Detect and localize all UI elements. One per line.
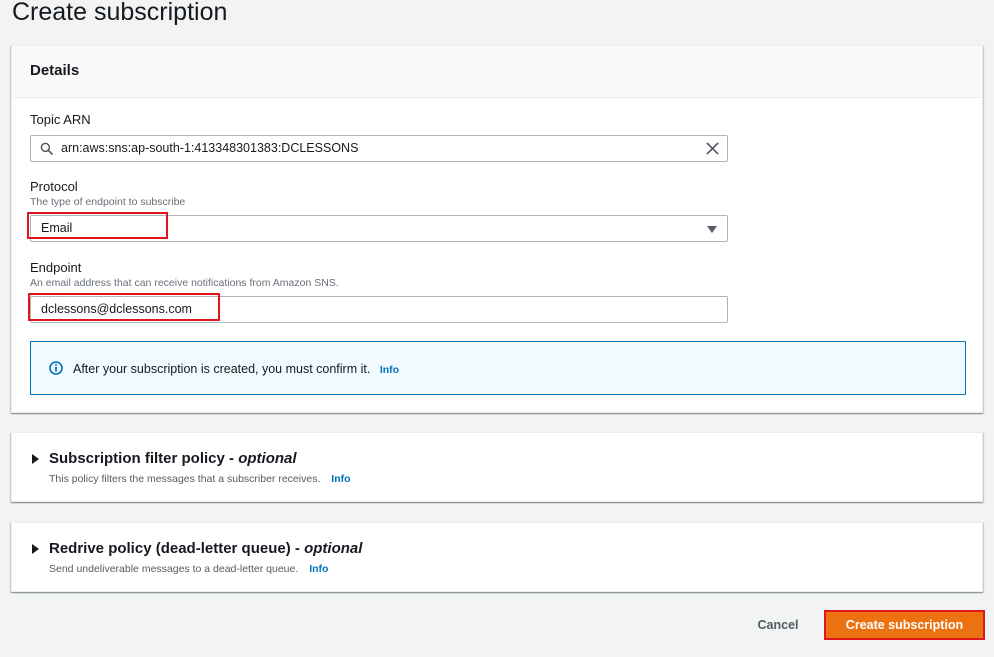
filter-policy-title: Subscription filter policy - optional: [49, 449, 297, 469]
filter-policy-optional: optional: [238, 450, 297, 467]
cancel-button[interactable]: Cancel: [746, 612, 810, 638]
create-subscription-button[interactable]: Create subscription: [826, 612, 983, 638]
endpoint-input[interactable]: dclessons@dclessons.com: [30, 296, 728, 323]
details-panel: Details Topic ARN arn:aws:sns:ap-south-1…: [11, 45, 983, 413]
details-header: Details: [12, 46, 982, 98]
endpoint-label: Endpoint: [30, 260, 82, 275]
filter-policy-panel[interactable]: Subscription filter policy - optional Th…: [11, 432, 983, 502]
redrive-policy-separator: -: [290, 540, 305, 557]
caret-down-icon: [707, 226, 717, 233]
redrive-policy-panel[interactable]: Redrive policy (dead-letter queue) - opt…: [11, 522, 983, 592]
info-alert: After your subscription is created, you …: [30, 341, 966, 395]
redrive-policy-info-link[interactable]: Info: [309, 563, 328, 575]
details-title: Details: [30, 62, 80, 79]
topic-arn-label: Topic ARN: [30, 112, 91, 127]
filter-policy-description: This policy filters the messages that a …: [49, 473, 964, 486]
topic-arn-input[interactable]: arn:aws:sns:ap-south-1:413348301383:DCLE…: [30, 135, 728, 162]
alert-message: After your subscription is created, you …: [73, 361, 399, 378]
search-icon: [40, 142, 53, 155]
redrive-policy-optional: optional: [304, 540, 363, 557]
details-body: Topic ARN arn:aws:sns:ap-south-1:4133483…: [12, 98, 982, 395]
redrive-policy-header[interactable]: Redrive policy (dead-letter queue) - opt…: [30, 539, 964, 559]
endpoint-description: An email address that can receive notifi…: [30, 277, 339, 289]
redrive-policy-description-text: Send undeliverable messages to a dead-le…: [49, 563, 299, 575]
caret-right-icon: [32, 544, 39, 554]
redrive-policy-title: Redrive policy (dead-letter queue) - opt…: [49, 539, 362, 559]
filter-policy-info-link[interactable]: Info: [331, 473, 350, 485]
alert-text: After your subscription is created, you …: [73, 362, 371, 376]
filter-policy-separator: -: [224, 450, 239, 467]
filter-policy-header[interactable]: Subscription filter policy - optional: [30, 449, 964, 469]
topic-arn-value: arn:aws:sns:ap-south-1:413348301383:DCLE…: [61, 141, 359, 155]
protocol-description: The type of endpoint to subscribe: [30, 196, 186, 208]
protocol-select[interactable]: Email: [30, 215, 728, 242]
redrive-policy-description: Send undeliverable messages to a dead-le…: [49, 563, 964, 576]
close-icon[interactable]: [706, 142, 719, 155]
redrive-policy-title-text: Redrive policy (dead-letter queue): [49, 540, 291, 557]
protocol-label: Protocol: [30, 179, 78, 194]
endpoint-value: dclessons@dclessons.com: [41, 302, 192, 316]
alert-info-link[interactable]: Info: [380, 364, 399, 376]
info-icon: [49, 361, 63, 375]
filter-policy-description-text: This policy filters the messages that a …: [49, 473, 321, 485]
filter-policy-title-text: Subscription filter policy: [49, 450, 225, 467]
page-title: Create subscription: [12, 0, 228, 26]
caret-right-icon: [32, 454, 39, 464]
protocol-value: Email: [41, 221, 73, 235]
